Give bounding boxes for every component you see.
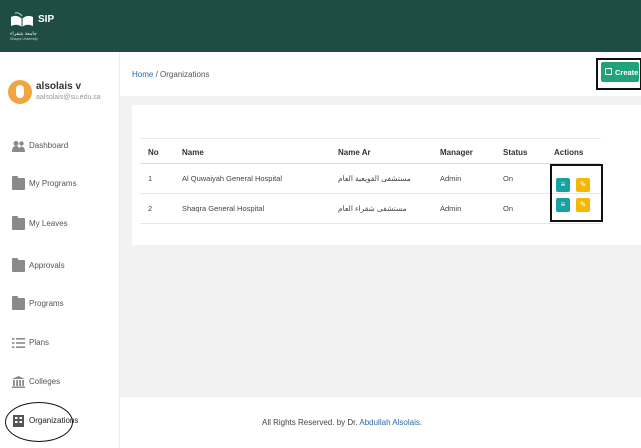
user-menu[interactable]: alsolais v aalsolais@su.edu.sa [8, 76, 118, 116]
cell-name: Al Quwaiyah General Hospital [182, 174, 283, 183]
chevron-down-icon: v [75, 81, 82, 92]
breadcrumb-current: Organizations [160, 70, 210, 79]
create-button-label: Create [615, 68, 639, 77]
folder-icon [12, 216, 25, 230]
edit-icon: ✎ [579, 180, 587, 189]
sidebar-item-colleges[interactable]: Colleges [12, 374, 116, 392]
university-logo[interactable]: SIP جامعة شقراء Shaqra University [10, 12, 70, 42]
cell-name-ar: مستشفى شقراء العام [338, 204, 407, 213]
author-link[interactable]: Abdullah Alsolais [359, 418, 419, 427]
active-item-highlight [5, 402, 73, 442]
cell-name-ar: مستشفى القويعية العام [338, 174, 411, 183]
view-button[interactable]: ≡ [556, 178, 570, 192]
breadcrumb-separator: / [155, 70, 158, 79]
column-header-status: Status [503, 148, 528, 157]
cell-status: On [503, 174, 514, 183]
edit-button[interactable]: ✎ [576, 198, 590, 212]
column-header-name: Name [182, 148, 204, 157]
edit-icon: ✎ [579, 200, 587, 209]
folder-icon [12, 176, 25, 190]
sidebar-item-plans[interactable]: Plans [12, 335, 116, 353]
column-header-name-ar: Name Ar [338, 148, 371, 157]
sidebar-item-dashboard[interactable]: Dashboard [12, 138, 116, 156]
column-header-manager: Manager [440, 148, 473, 157]
cell-no: 1 [148, 174, 153, 183]
list-icon [12, 338, 25, 348]
cell-manager: Admin [440, 174, 462, 183]
breadcrumb: Home / Organizations [132, 70, 209, 79]
cell-manager: Admin [440, 204, 462, 213]
building-icon [12, 376, 25, 388]
column-header-actions: Actions [554, 148, 584, 157]
people-icon [12, 141, 25, 152]
top-bar: SIP جامعة شقراء Shaqra University [0, 0, 641, 52]
sidebar-item-approvals[interactable]: Approvals [12, 258, 116, 276]
cell-no: 2 [148, 204, 153, 213]
sidebar-item-my-leaves[interactable]: My Leaves [12, 216, 116, 234]
cell-name: Shaqra General Hospital [182, 204, 265, 213]
column-header-no: No [148, 148, 159, 157]
actions-highlight [550, 164, 603, 222]
sidebar-item-label: Dashboard [29, 141, 69, 150]
edit-button[interactable]: ✎ [576, 178, 590, 192]
user-email: aalsolais@su.edu.sa [36, 94, 101, 101]
app-name: SIP [38, 14, 55, 25]
footer: All Rights Reserved. by Dr. Abdullah Als… [120, 396, 641, 448]
list-icon: ≡ [560, 180, 566, 189]
table-header: No Name Name Ar Manager Status Actions [140, 138, 601, 164]
view-button[interactable]: ≡ [556, 198, 570, 212]
sidebar-item-label: My Leaves [29, 219, 68, 228]
list-icon: ≡ [560, 200, 566, 209]
table-row: 1 Al Quwaiyah General Hospital مستشفى ال… [140, 164, 601, 194]
table-row: 2 Shaqra General Hospital مستشفى شقراء ا… [140, 194, 601, 224]
sidebar-item-my-programs[interactable]: My Programs [12, 176, 116, 194]
avatar [8, 80, 32, 104]
sidebar-item-programs[interactable]: Programs [12, 296, 116, 314]
folder-icon [12, 258, 25, 272]
sidebar-item-label: My Programs [29, 179, 77, 188]
folder-icon [12, 296, 25, 310]
logo-subtitle: Shaqra University [10, 37, 38, 41]
plus-square-icon [605, 68, 612, 75]
sidebar-item-label: Programs [29, 299, 64, 308]
sidebar: alsolais v aalsolais@su.edu.sa Dashboard… [0, 52, 120, 448]
sidebar-item-label: Colleges [29, 377, 61, 386]
create-button[interactable]: Create [601, 62, 639, 82]
user-name[interactable]: alsolais v [36, 81, 81, 92]
book-emblem-icon [11, 12, 33, 27]
breadcrumb-home-link[interactable]: Home [132, 70, 153, 79]
footer-copyright: All Rights Reserved. by Dr. Abdullah Als… [262, 418, 423, 427]
sidebar-item-label: Approvals [29, 261, 65, 270]
sidebar-item-label: Plans [29, 338, 50, 347]
cell-status: On [503, 204, 514, 213]
